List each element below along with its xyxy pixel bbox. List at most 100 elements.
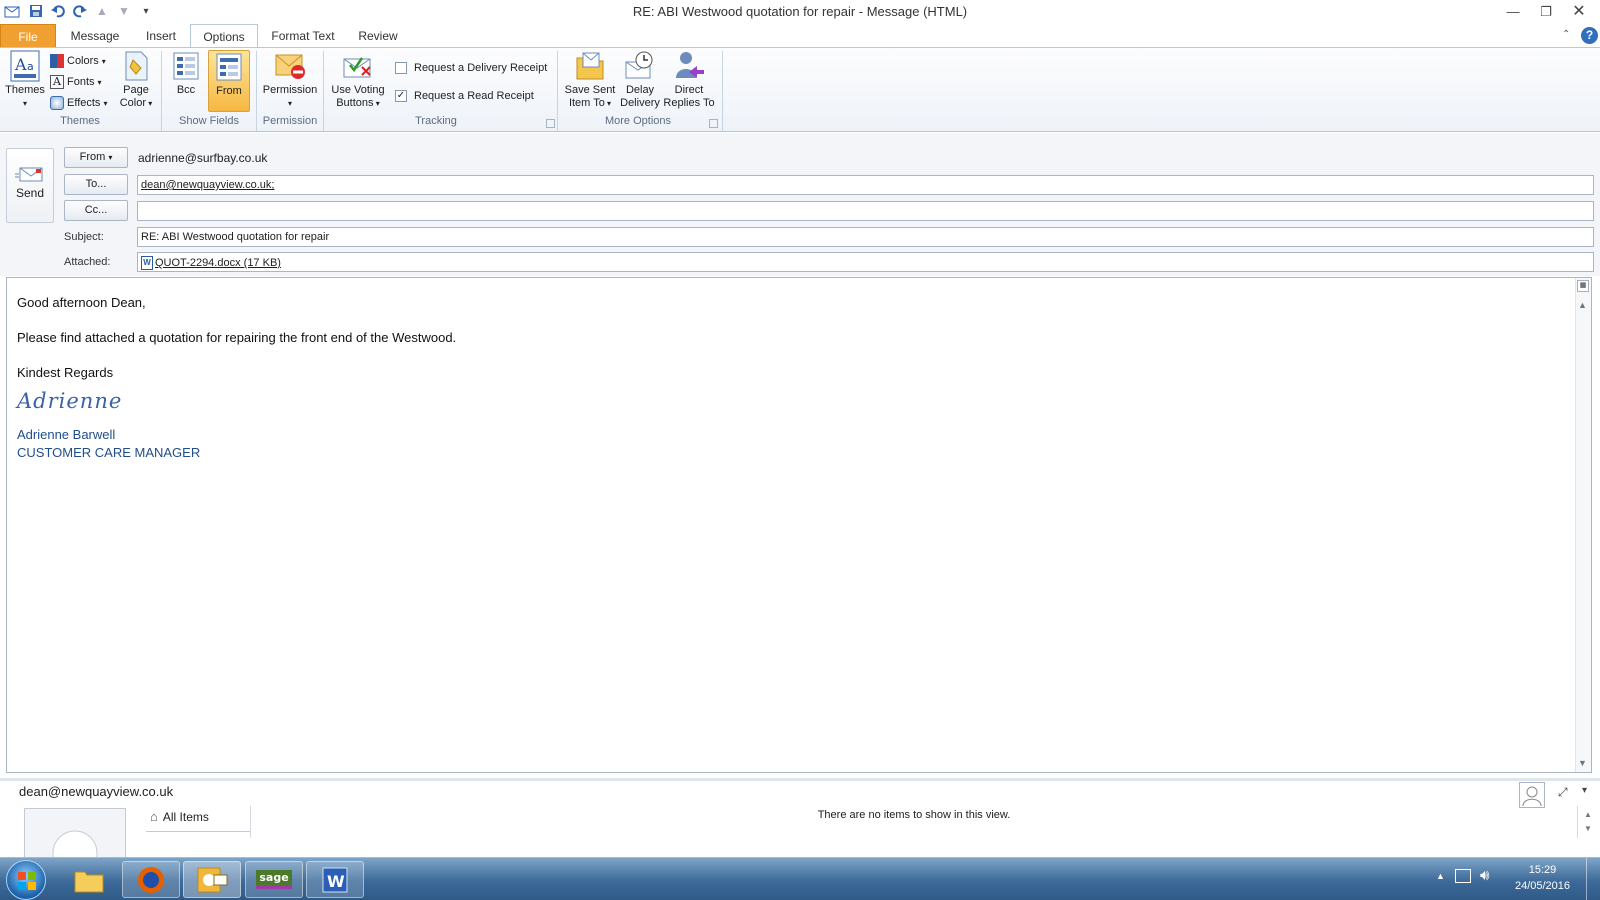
page-color-button[interactable]: Page Color ▾ bbox=[116, 50, 156, 110]
empty-view-message: There are no items to show in this view. bbox=[817, 809, 1011, 821]
minimize-icon[interactable]: — bbox=[1498, 2, 1528, 22]
clock-time: 15:29 bbox=[1528, 864, 1557, 876]
subject-field[interactable]: RE: ABI Westwood quotation for repair bbox=[137, 227, 1594, 247]
save-sent-item-icon bbox=[574, 50, 606, 82]
tab-options[interactable]: Options bbox=[190, 24, 258, 49]
from-value: adrienne@surfbay.co.uk bbox=[138, 151, 268, 165]
file-explorer-taskbar-icon[interactable] bbox=[60, 861, 118, 898]
from-button[interactable]: From ▾ bbox=[64, 147, 128, 168]
direct-replies-icon bbox=[673, 50, 705, 82]
voting-buttons-icon bbox=[342, 50, 374, 82]
vertical-scrollbar[interactable]: ▦ ▲ ▼ bbox=[1575, 278, 1591, 772]
to-field[interactable]: dean@newquayview.co.uk; bbox=[137, 175, 1594, 195]
page-color-icon bbox=[120, 50, 152, 82]
all-items-link[interactable]: ⌂ All Items bbox=[150, 809, 209, 824]
bcc-icon bbox=[170, 50, 202, 82]
from-field-button[interactable]: From bbox=[208, 50, 250, 112]
message-body[interactable]: Good afternoon Dean, Please find attache… bbox=[6, 277, 1592, 773]
to-recipient[interactable]: dean@newquayview.co.uk; bbox=[141, 179, 274, 191]
minimize-ribbon-icon[interactable]: ⌃ bbox=[1562, 29, 1570, 40]
network-icon[interactable] bbox=[1455, 869, 1471, 883]
delay-delivery-button[interactable]: Delay Delivery bbox=[618, 50, 662, 110]
close-icon[interactable]: ✕ bbox=[1564, 2, 1594, 22]
word-document-icon: W bbox=[141, 256, 153, 270]
subject-label: Subject: bbox=[64, 231, 104, 243]
send-button[interactable]: Send bbox=[6, 148, 54, 223]
people-pane: dean@newquayview.co.uk ⤢ ▾ ⌂ All Items T… bbox=[0, 778, 1600, 860]
window-title: RE: ABI Westwood quotation for repair - … bbox=[632, 4, 968, 19]
svg-text:a: a bbox=[27, 60, 34, 73]
body-closing: Kindest Regards bbox=[17, 365, 114, 380]
colors-button[interactable]: Colors ▾ bbox=[50, 52, 106, 70]
collapse-pane-icon[interactable]: ▾ bbox=[1582, 785, 1587, 796]
show-desktop-button[interactable] bbox=[1586, 858, 1600, 900]
tab-review[interactable]: Review bbox=[352, 24, 404, 48]
save-sent-item-button[interactable]: Save Sent Item To ▾ bbox=[562, 50, 618, 110]
delivery-receipt-check bbox=[395, 62, 407, 74]
direct-replies-button[interactable]: Direct Replies To bbox=[662, 50, 716, 110]
more-options-group-label: More Options bbox=[604, 115, 672, 127]
windows-taskbar: sage W ▲ 🔊︎ 15:29 24/05/2016 bbox=[0, 857, 1600, 900]
ribbon-tabs: File Message Insert Options Format Text … bbox=[0, 24, 1600, 49]
themes-button[interactable]: Aa Themes ▾ bbox=[4, 50, 46, 110]
tab-file[interactable]: File bbox=[0, 24, 56, 48]
svg-text:W: W bbox=[327, 872, 345, 891]
people-pane-contact: dean@newquayview.co.uk bbox=[19, 784, 174, 799]
signature-name: Adrienne Barwell bbox=[17, 427, 116, 442]
pane-divider bbox=[146, 831, 250, 832]
expand-pane-icon[interactable]: ⤢ bbox=[1558, 785, 1568, 800]
attachment-item[interactable]: W QUOT-2294.docx (17 KB) bbox=[141, 254, 281, 272]
body-greeting: Good afternoon Dean, bbox=[17, 295, 146, 310]
message-body-text: Good afternoon Dean, Please find attache… bbox=[17, 294, 456, 462]
sage-taskbar-icon[interactable]: sage bbox=[245, 861, 303, 898]
permission-icon bbox=[274, 50, 306, 82]
send-icon bbox=[15, 165, 45, 183]
restore-icon[interactable]: ❐ bbox=[1531, 2, 1561, 22]
ribbon: Aa Themes ▾ Colors ▾ A Fonts ▾ Effects ▾ Pag… bbox=[0, 47, 1600, 132]
people-pane-items-list: There are no items to show in this view. bbox=[250, 806, 1578, 838]
fonts-icon: A bbox=[50, 75, 64, 89]
help-icon[interactable]: ? bbox=[1581, 27, 1598, 44]
effects-button[interactable]: Effects ▾ bbox=[50, 94, 107, 112]
group-separator bbox=[722, 51, 723, 131]
tab-message[interactable]: Message bbox=[62, 24, 128, 48]
tab-format-text[interactable]: Format Text bbox=[266, 24, 340, 48]
delivery-receipt-checkbox[interactable]: Request a Delivery Receipt bbox=[395, 59, 547, 77]
themes-icon: Aa bbox=[9, 50, 41, 82]
tab-insert[interactable]: Insert bbox=[134, 24, 188, 48]
attachments-field[interactable]: W QUOT-2294.docx (17 KB) bbox=[137, 252, 1594, 272]
attached-label: Attached: bbox=[64, 256, 111, 268]
system-clock[interactable]: 15:29 24/05/2016 bbox=[1505, 862, 1580, 894]
cc-button[interactable]: Cc... bbox=[64, 200, 128, 221]
more-options-dialog-launcher-icon[interactable] bbox=[709, 119, 718, 128]
outlook-taskbar-icon[interactable] bbox=[183, 861, 241, 898]
colors-icon bbox=[50, 54, 64, 68]
ruler-toggle-icon[interactable]: ▦ bbox=[1577, 280, 1589, 292]
scroll-down-icon[interactable]: ▼ bbox=[1578, 758, 1587, 768]
show-fields-group-label: Show Fields bbox=[179, 115, 239, 127]
read-receipt-checkbox[interactable]: ✓ Request a Read Receipt bbox=[395, 87, 534, 105]
delay-delivery-icon bbox=[624, 50, 656, 82]
themes-group-label: Themes bbox=[60, 115, 100, 127]
permission-group-label: Permission bbox=[262, 115, 318, 127]
voting-buttons-button[interactable]: Use Voting Buttons ▾ bbox=[328, 50, 388, 110]
show-hidden-icons-icon[interactable]: ▲ bbox=[1436, 871, 1445, 881]
from-field-icon bbox=[213, 51, 245, 83]
contact-photo-icon[interactable] bbox=[1519, 782, 1545, 808]
start-button[interactable] bbox=[6, 860, 46, 900]
to-button[interactable]: To... bbox=[64, 174, 128, 195]
permission-button[interactable]: Permission ▾ bbox=[260, 50, 320, 110]
fonts-button[interactable]: A Fonts ▾ bbox=[50, 73, 102, 91]
effects-icon bbox=[50, 96, 64, 110]
word-taskbar-icon[interactable]: W bbox=[306, 861, 364, 898]
firefox-taskbar-icon[interactable] bbox=[122, 861, 180, 898]
cc-field[interactable] bbox=[137, 201, 1594, 221]
bcc-button[interactable]: Bcc bbox=[166, 50, 206, 97]
clock-date: 24/05/2016 bbox=[1514, 880, 1571, 892]
scroll-up-icon[interactable]: ▲ bbox=[1578, 300, 1587, 310]
volume-icon[interactable]: 🔊︎ bbox=[1480, 867, 1489, 884]
contact-picture bbox=[24, 808, 126, 860]
people-pane-scroll-icon[interactable]: ▲ ▼ bbox=[1584, 808, 1592, 836]
tracking-group-label: Tracking bbox=[415, 115, 457, 127]
tracking-dialog-launcher-icon[interactable] bbox=[546, 119, 555, 128]
